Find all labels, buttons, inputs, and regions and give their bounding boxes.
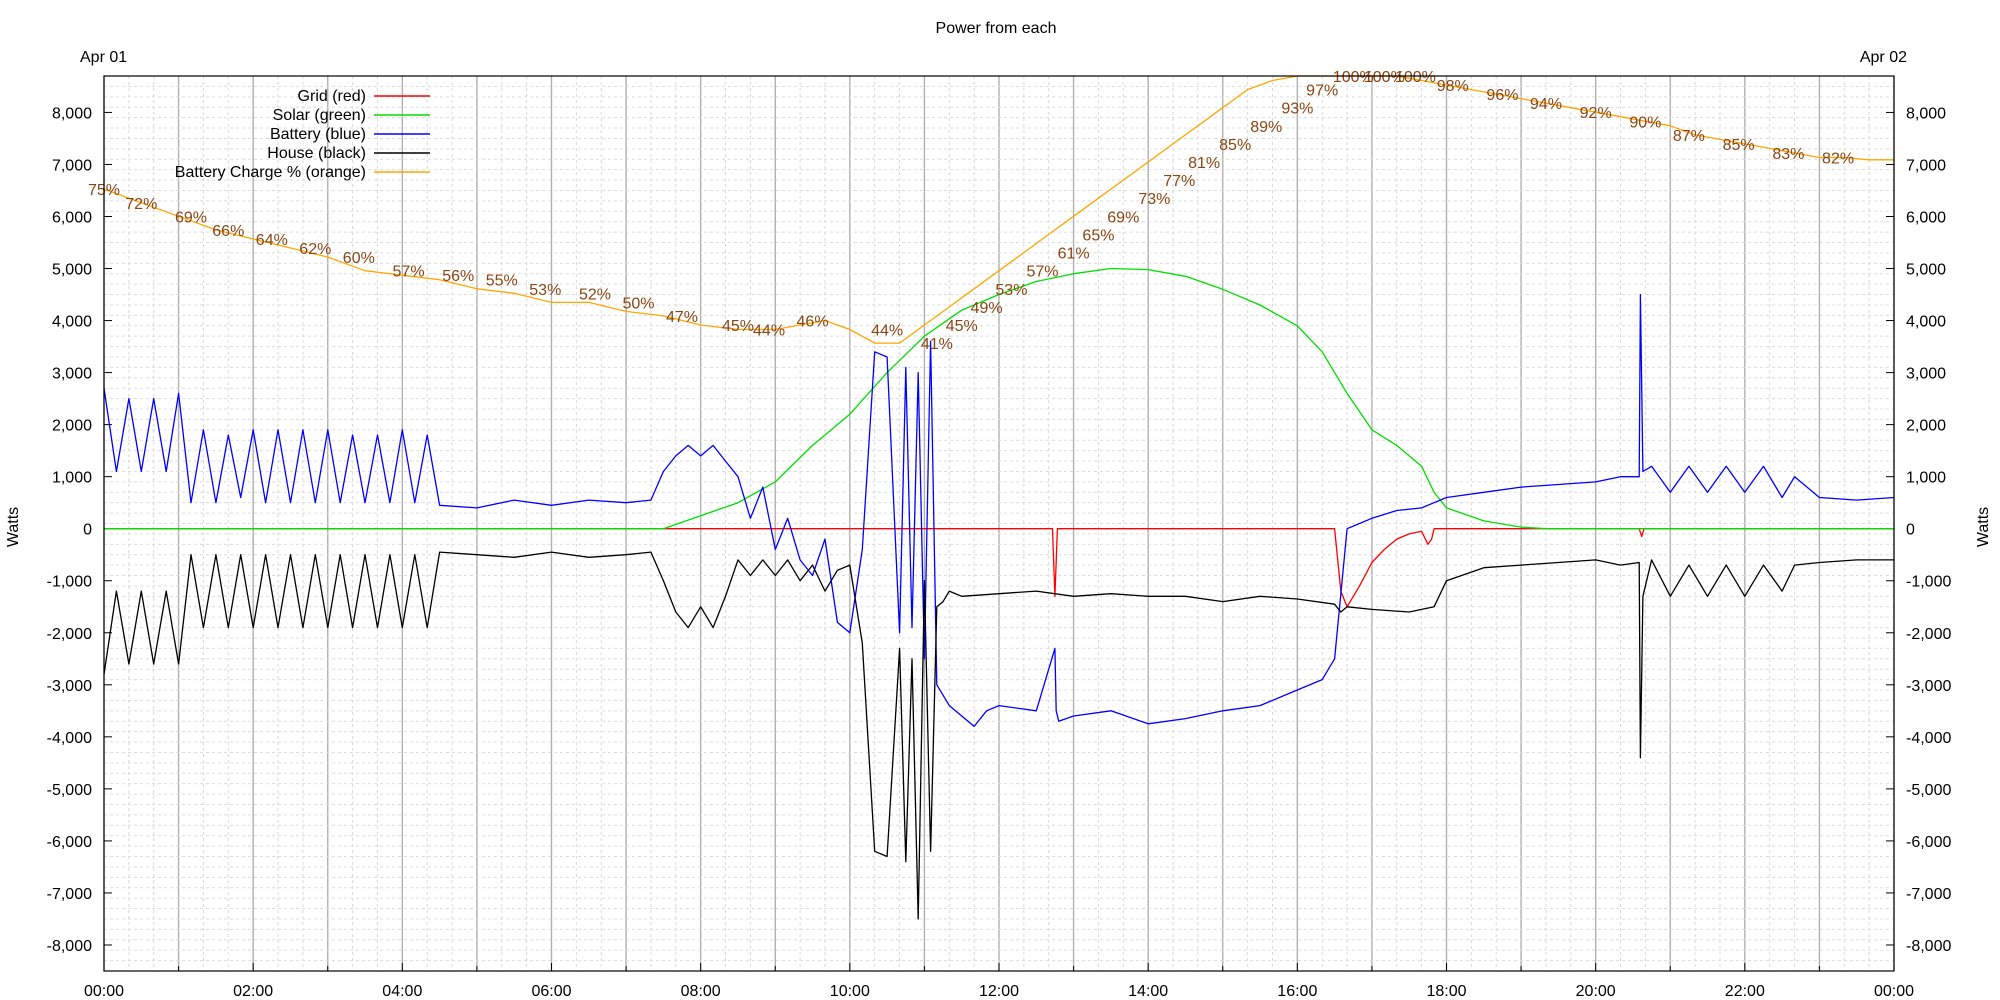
y-tick-label-left: 5,000 [52, 262, 92, 279]
y-tick-label-left: -3,000 [47, 678, 92, 695]
charge-percent-label: 100% [1395, 69, 1436, 86]
charge-percent-label: 52% [579, 286, 611, 303]
y-tick-label-right: 1,000 [1906, 470, 1946, 487]
charge-percent-label: 81% [1188, 155, 1220, 172]
y-tick-label-left: 8,000 [52, 105, 92, 122]
charge-percent-label: 45% [722, 318, 754, 335]
y-tick-label-left: 4,000 [52, 314, 92, 331]
x-tick-label: 20:00 [1576, 983, 1616, 1000]
charge-percent-label: 41% [921, 336, 953, 353]
charge-percent-label: 56% [442, 268, 474, 285]
x-tick-label: 22:00 [1725, 983, 1765, 1000]
legend-label: Grid (red) [298, 88, 366, 105]
y-axis-label-right: Watts [1975, 507, 1992, 547]
x-tick-label: 18:00 [1426, 983, 1466, 1000]
x-tick-label: 16:00 [1277, 983, 1317, 1000]
charge-percent-label: 62% [299, 241, 331, 258]
y-tick-label-right: 6,000 [1906, 209, 1946, 226]
y-tick-label-right: 7,000 [1906, 157, 1946, 174]
charge-percent-label: 55% [486, 273, 518, 290]
charge-percent-label: 87% [1673, 128, 1705, 145]
date-end-label: Apr 02 [1860, 49, 1907, 66]
chart-title: Power from each [936, 20, 1057, 37]
charge-percent-label: 85% [1723, 137, 1755, 154]
x-tick-label: 12:00 [979, 983, 1019, 1000]
charge-percent-label: 45% [946, 318, 978, 335]
x-tick-label: 04:00 [382, 983, 422, 1000]
charge-percent-label: 66% [212, 223, 244, 240]
y-tick-label-right: 0 [1906, 522, 1915, 539]
y-tick-label-left: 2,000 [52, 418, 92, 435]
y-tick-label-right: -5,000 [1906, 782, 1951, 799]
y-axis-label-left: Watts [5, 507, 22, 547]
y-tick-label-left: -8,000 [47, 938, 92, 955]
charge-percent-label: 72% [125, 196, 157, 213]
y-tick-label-right: -8,000 [1906, 938, 1951, 955]
x-tick-label: 00:00 [84, 983, 124, 1000]
y-tick-label-right: 4,000 [1906, 314, 1946, 331]
charge-percent-label: 60% [343, 250, 375, 267]
y-tick-label-right: -1,000 [1906, 574, 1951, 591]
charge-percent-label: 93% [1281, 101, 1313, 118]
legend-label: Solar (green) [273, 107, 366, 124]
charge-percent-label: 47% [666, 309, 698, 326]
x-tick-label: 08:00 [681, 983, 721, 1000]
y-tick-label-right: 8,000 [1906, 105, 1946, 122]
y-tick-label-right: -3,000 [1906, 678, 1951, 695]
charge-percent-label: 49% [971, 300, 1003, 317]
charge-percent-label: 69% [175, 209, 207, 226]
y-tick-label-right: -2,000 [1906, 626, 1951, 643]
y-tick-label-left: -2,000 [47, 626, 92, 643]
power-chart: Power from each Apr 01 Apr 02 Watts Watt… [0, 0, 2000, 1000]
y-tick-label-left: -4,000 [47, 730, 92, 747]
y-tick-label-left: 6,000 [52, 209, 92, 226]
charge-percent-label: 50% [622, 295, 654, 312]
charge-percent-label: 98% [1437, 78, 1469, 95]
y-tick-label-right: -7,000 [1906, 886, 1951, 903]
y-tick-label-left: -1,000 [47, 574, 92, 591]
charge-percent-label: 82% [1822, 150, 1854, 167]
y-tick-label-left: 7,000 [52, 157, 92, 174]
y-tick-label-left: 3,000 [52, 366, 92, 383]
charge-percent-label: 92% [1580, 105, 1612, 122]
y-tick-label-right: -4,000 [1906, 730, 1951, 747]
legend-label: House (black) [267, 145, 366, 162]
charge-percent-label: 90% [1629, 114, 1661, 131]
charge-percent-label: 73% [1138, 191, 1170, 208]
legend-label: Battery (blue) [270, 126, 366, 143]
charge-percent-label: 44% [753, 323, 785, 340]
charge-percent-label: 46% [797, 313, 829, 330]
y-tick-label-left: 0 [83, 522, 92, 539]
charge-percent-label: 57% [393, 264, 425, 281]
charge-percent-label: 96% [1486, 87, 1518, 104]
y-tick-label-left: -5,000 [47, 782, 92, 799]
charge-percent-label: 89% [1250, 119, 1282, 136]
charge-percent-label: 83% [1772, 146, 1804, 163]
legend-label: Battery Charge % (orange) [175, 164, 366, 181]
charge-percent-label: 61% [1058, 246, 1090, 263]
y-tick-label-left: 1,000 [52, 470, 92, 487]
charge-percent-label: 64% [256, 232, 288, 249]
charge-percent-label: 44% [871, 323, 903, 340]
y-tick-label-left: -6,000 [47, 834, 92, 851]
y-tick-label-right: 5,000 [1906, 262, 1946, 279]
x-tick-label: 10:00 [830, 983, 870, 1000]
charge-percent-label: 53% [995, 282, 1027, 299]
x-tick-label: 02:00 [233, 983, 273, 1000]
charge-percent-label: 85% [1219, 137, 1251, 154]
charge-percent-label: 53% [529, 282, 561, 299]
date-start-label: Apr 01 [80, 49, 127, 66]
y-tick-label-right: -6,000 [1906, 834, 1951, 851]
charge-percent-label: 94% [1530, 96, 1562, 113]
charge-percent-label: 57% [1026, 264, 1058, 281]
charge-percent-label: 77% [1163, 173, 1195, 190]
charge-percent-label: 69% [1107, 209, 1139, 226]
y-tick-label-right: 3,000 [1906, 366, 1946, 383]
y-tick-label-right: 2,000 [1906, 418, 1946, 435]
x-tick-label: 00:00 [1874, 983, 1914, 1000]
charge-percent-label: 65% [1082, 227, 1114, 244]
y-tick-label-left: -7,000 [47, 886, 92, 903]
x-tick-label: 14:00 [1128, 983, 1168, 1000]
x-tick-label: 06:00 [531, 983, 571, 1000]
